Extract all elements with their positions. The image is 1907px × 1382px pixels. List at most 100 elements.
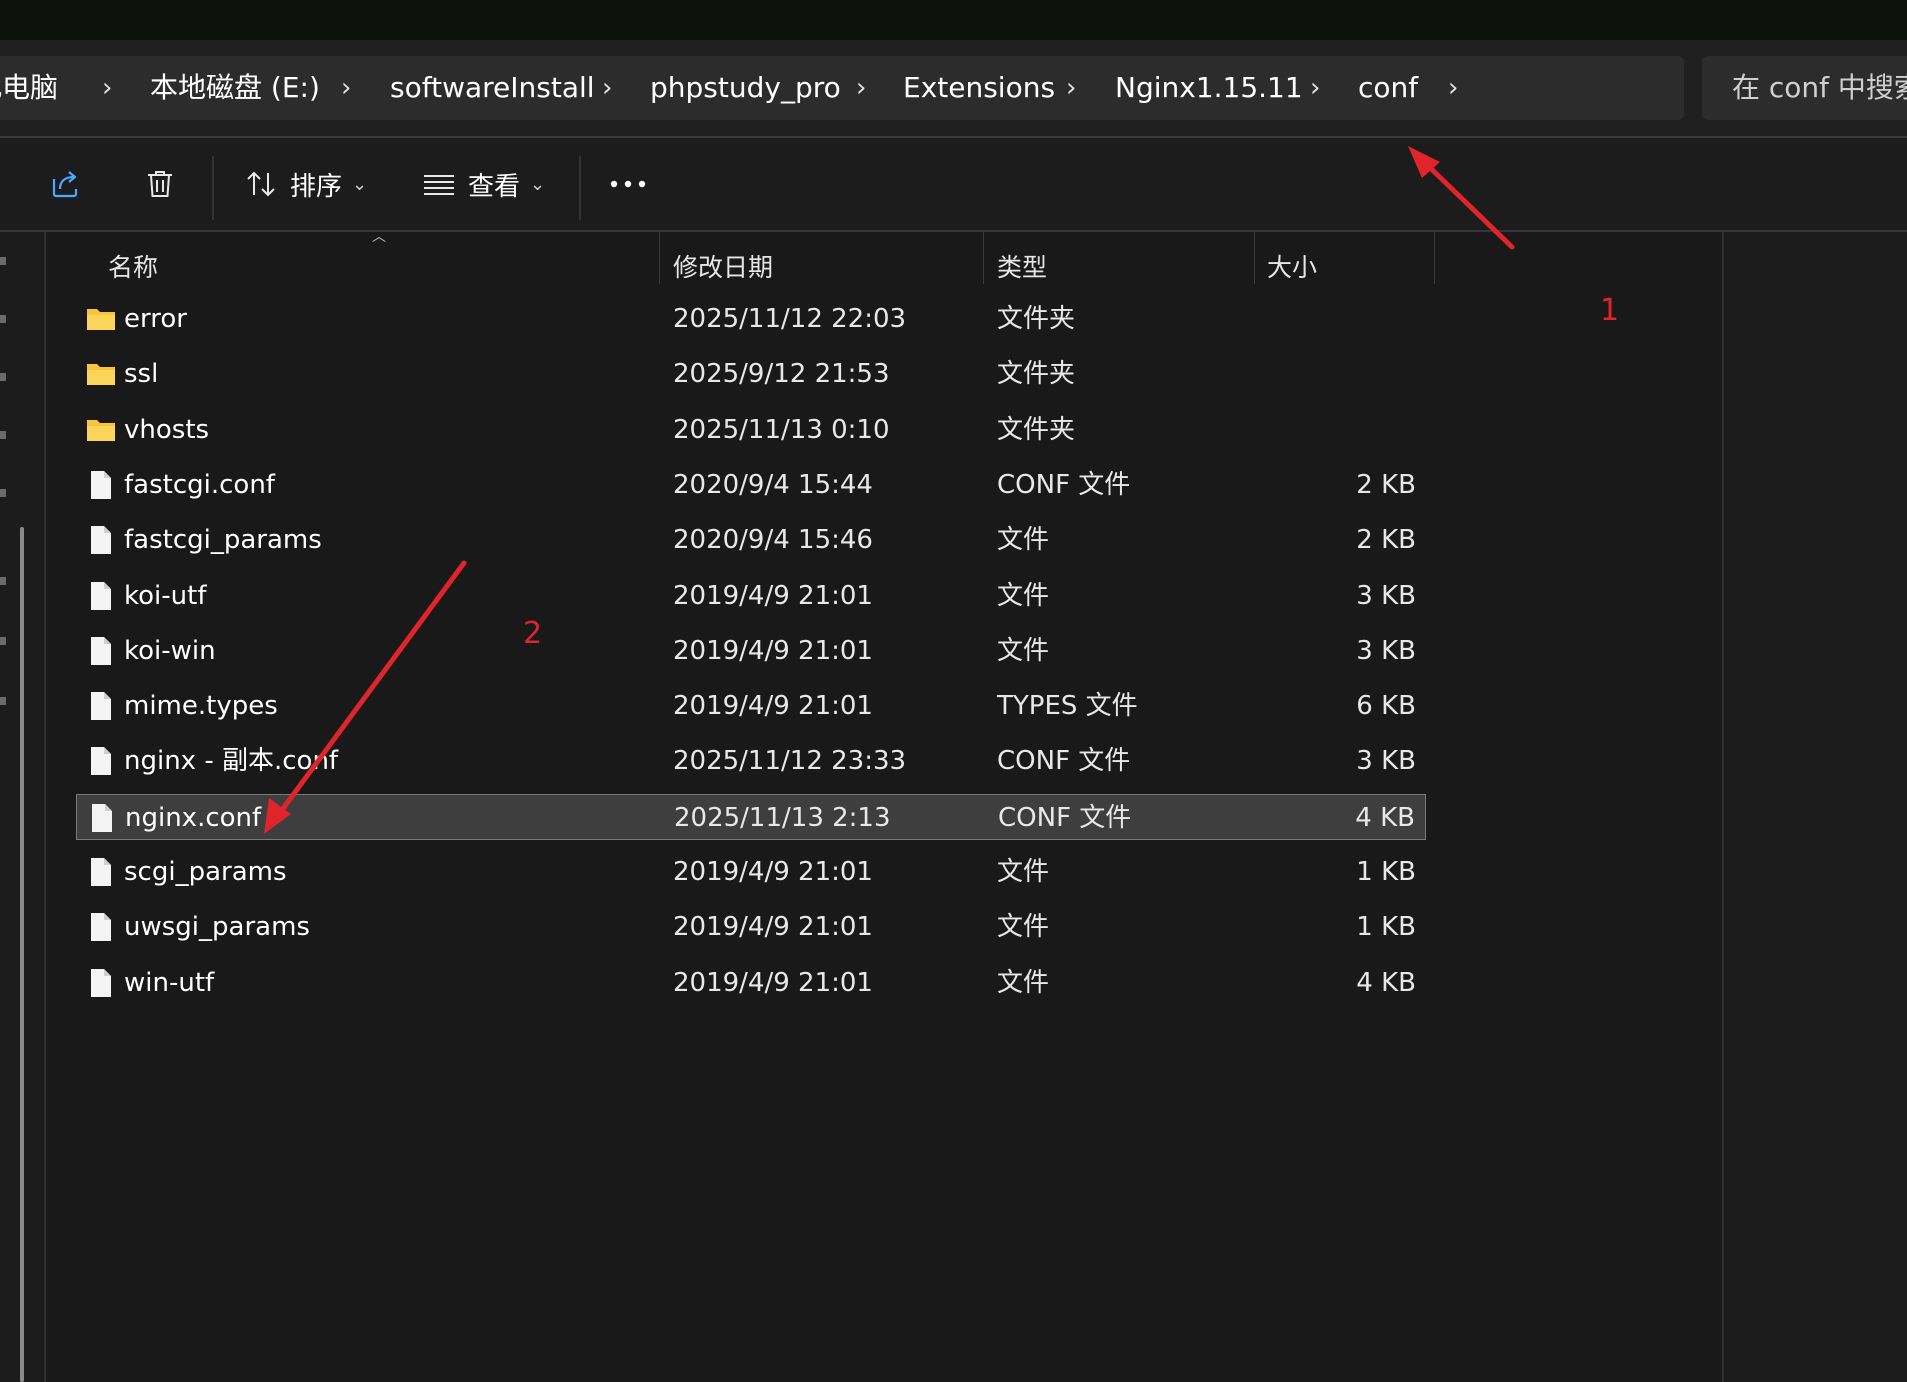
breadcrumb-extensions[interactable]: Extensions [903,56,1055,120]
file-row[interactable]: vhosts 2025/11/13 0:10 文件夹 [76,407,1426,453]
nav-scrollbar[interactable] [20,527,24,1382]
file-type: 文件 [997,580,1050,611]
file-row[interactable]: fastcgi.conf 2020/9/4 15:44 CONF 文件 2 KB [76,462,1426,508]
column-separator[interactable] [983,232,984,284]
chevron-right-icon[interactable]: › [102,56,112,120]
file-date: 2025/11/13 0:10 [673,414,890,445]
file-row[interactable]: fastcgi_params 2020/9/4 15:46 文件 2 KB [76,517,1426,563]
command-bar: 排序 ⌄ 查看 ⌄ [0,138,1907,230]
file-size: 3 KB [1356,746,1416,777]
breadcrumb-drive-e[interactable]: 本地磁盘 (E:) [150,56,320,120]
preview-pane [1724,232,1907,1382]
file-name: fastcgi.conf [124,469,275,500]
file-name: uwsgi_params [124,912,310,943]
sort-button[interactable]: 排序 ⌄ [244,156,367,212]
file-name: error [124,304,187,334]
file-name: vhosts [124,414,210,445]
view-button[interactable]: 查看 ⌄ [422,156,545,212]
column-header-size[interactable]: 大小 [1267,248,1317,288]
file-name: mime.types [124,691,278,722]
column-header-name[interactable]: 名称 [108,248,158,288]
column-separator[interactable] [659,232,660,284]
chevron-right-icon[interactable]: › [602,56,612,120]
breadcrumb[interactable]: 此电脑 › 本地磁盘 (E:) › softwareInstall › phps… [0,56,1684,120]
file-date: 2025/11/12 22:03 [673,304,907,334]
share-button[interactable] [48,156,82,212]
file-icon [86,581,116,611]
toolbar-separator [212,156,214,220]
file-type: 文件 [997,967,1050,998]
file-type: 文件 [997,857,1050,887]
file-date: 2025/11/12 23:33 [673,746,907,777]
file-row[interactable]: win-utf 2019/4/9 21:01 文件 4 KB [76,960,1426,1006]
file-size: 3 KB [1356,635,1416,666]
file-icon [86,525,116,555]
breadcrumb-phpstudy-pro[interactable]: phpstudy_pro [650,56,841,120]
file-type: 文件 [997,635,1050,666]
nav-item-marker [0,577,6,585]
list-view-icon [424,175,454,195]
file-size: 2 KB [1356,525,1416,556]
file-size: 1 KB [1356,912,1416,943]
file-row[interactable]: ssl 2025/9/12 21:53 文件夹 [76,351,1426,397]
title-bar [0,0,1907,40]
share-icon [52,171,78,198]
folder-icon [86,415,116,445]
file-row[interactable]: nginx.conf 2025/11/13 2:13 CONF 文件 4 KB [76,793,1426,840]
file-type: 文件夹 [997,414,1076,445]
file-row[interactable]: mime.types 2019/4/9 21:01 TYPES 文件 6 KB [76,683,1426,729]
breadcrumb-nginx[interactable]: Nginx1.15.11 [1115,56,1303,120]
nav-item-marker [0,637,6,645]
file-type: CONF 文件 [997,469,1131,500]
more-options-button[interactable] [608,156,648,212]
folder-icon [86,359,116,389]
file-row[interactable]: nginx - 副本.conf 2025/11/12 23:33 CONF 文件 3 … [76,738,1426,784]
file-row[interactable]: uwsgi_params 2019/4/9 21:01 文件 1 KB [76,904,1426,950]
chevron-right-icon[interactable]: › [856,56,866,120]
sort-ascending-icon: ︿ [372,229,386,245]
file-size: 1 KB [1356,857,1416,887]
column-header-date[interactable]: 修改日期 [673,248,773,288]
file-type: CONF 文件 [997,746,1131,777]
sort-label: 排序 [290,171,343,202]
file-icon [86,470,116,500]
file-row[interactable]: koi-win 2019/4/9 21:01 文件 3 KB [76,628,1426,674]
file-date: 2025/9/12 21:53 [673,359,890,390]
chevron-right-icon[interactable]: › [1448,56,1458,120]
column-separator[interactable] [1254,232,1255,284]
file-type: 文件夹 [997,304,1076,334]
search-placeholder: 在 conf 中搜索 [1732,71,1907,104]
file-name: ssl [124,359,159,390]
breadcrumb-this-pc[interactable]: 此电脑 [0,56,58,120]
column-separator[interactable] [1434,232,1435,284]
chevron-down-icon: ⌄ [530,173,546,195]
nav-item-marker [0,315,6,323]
file-date: 2020/9/4 15:46 [673,525,873,556]
delete-button[interactable] [143,156,177,212]
file-row[interactable]: koi-utf 2019/4/9 21:01 文件 3 KB [76,573,1426,619]
file-row[interactable]: error 2025/11/12 22:03 文件夹 [76,296,1426,342]
file-row[interactable]: scgi_params 2019/4/9 21:01 文件 1 KB [76,849,1426,895]
column-header-type[interactable]: 类型 [997,248,1047,288]
file-type: 文件夹 [997,359,1076,390]
file-icon [86,857,116,887]
nav-item-marker [0,697,6,705]
chevron-right-icon[interactable]: › [1310,56,1320,120]
file-type: 文件 [997,525,1050,556]
file-icon [86,912,116,942]
file-type: CONF 文件 [998,802,1132,833]
file-date: 2019/4/9 21:01 [673,635,873,666]
file-size: 2 KB [1356,469,1416,500]
file-size: 6 KB [1356,691,1416,722]
search-input[interactable]: 在 conf 中搜索 [1702,56,1907,120]
file-name: nginx - 副本.conf [124,746,339,777]
file-type: 文件 [997,912,1050,943]
chevron-right-icon[interactable]: › [341,56,351,120]
breadcrumb-conf[interactable]: conf [1358,56,1418,120]
file-name: koi-win [124,635,216,666]
file-icon [86,636,116,666]
annotation-label-2: 2 [523,616,543,651]
breadcrumb-softwareinstall[interactable]: softwareInstall [390,56,595,120]
chevron-down-icon: ⌄ [352,173,368,195]
chevron-right-icon[interactable]: › [1066,56,1076,120]
